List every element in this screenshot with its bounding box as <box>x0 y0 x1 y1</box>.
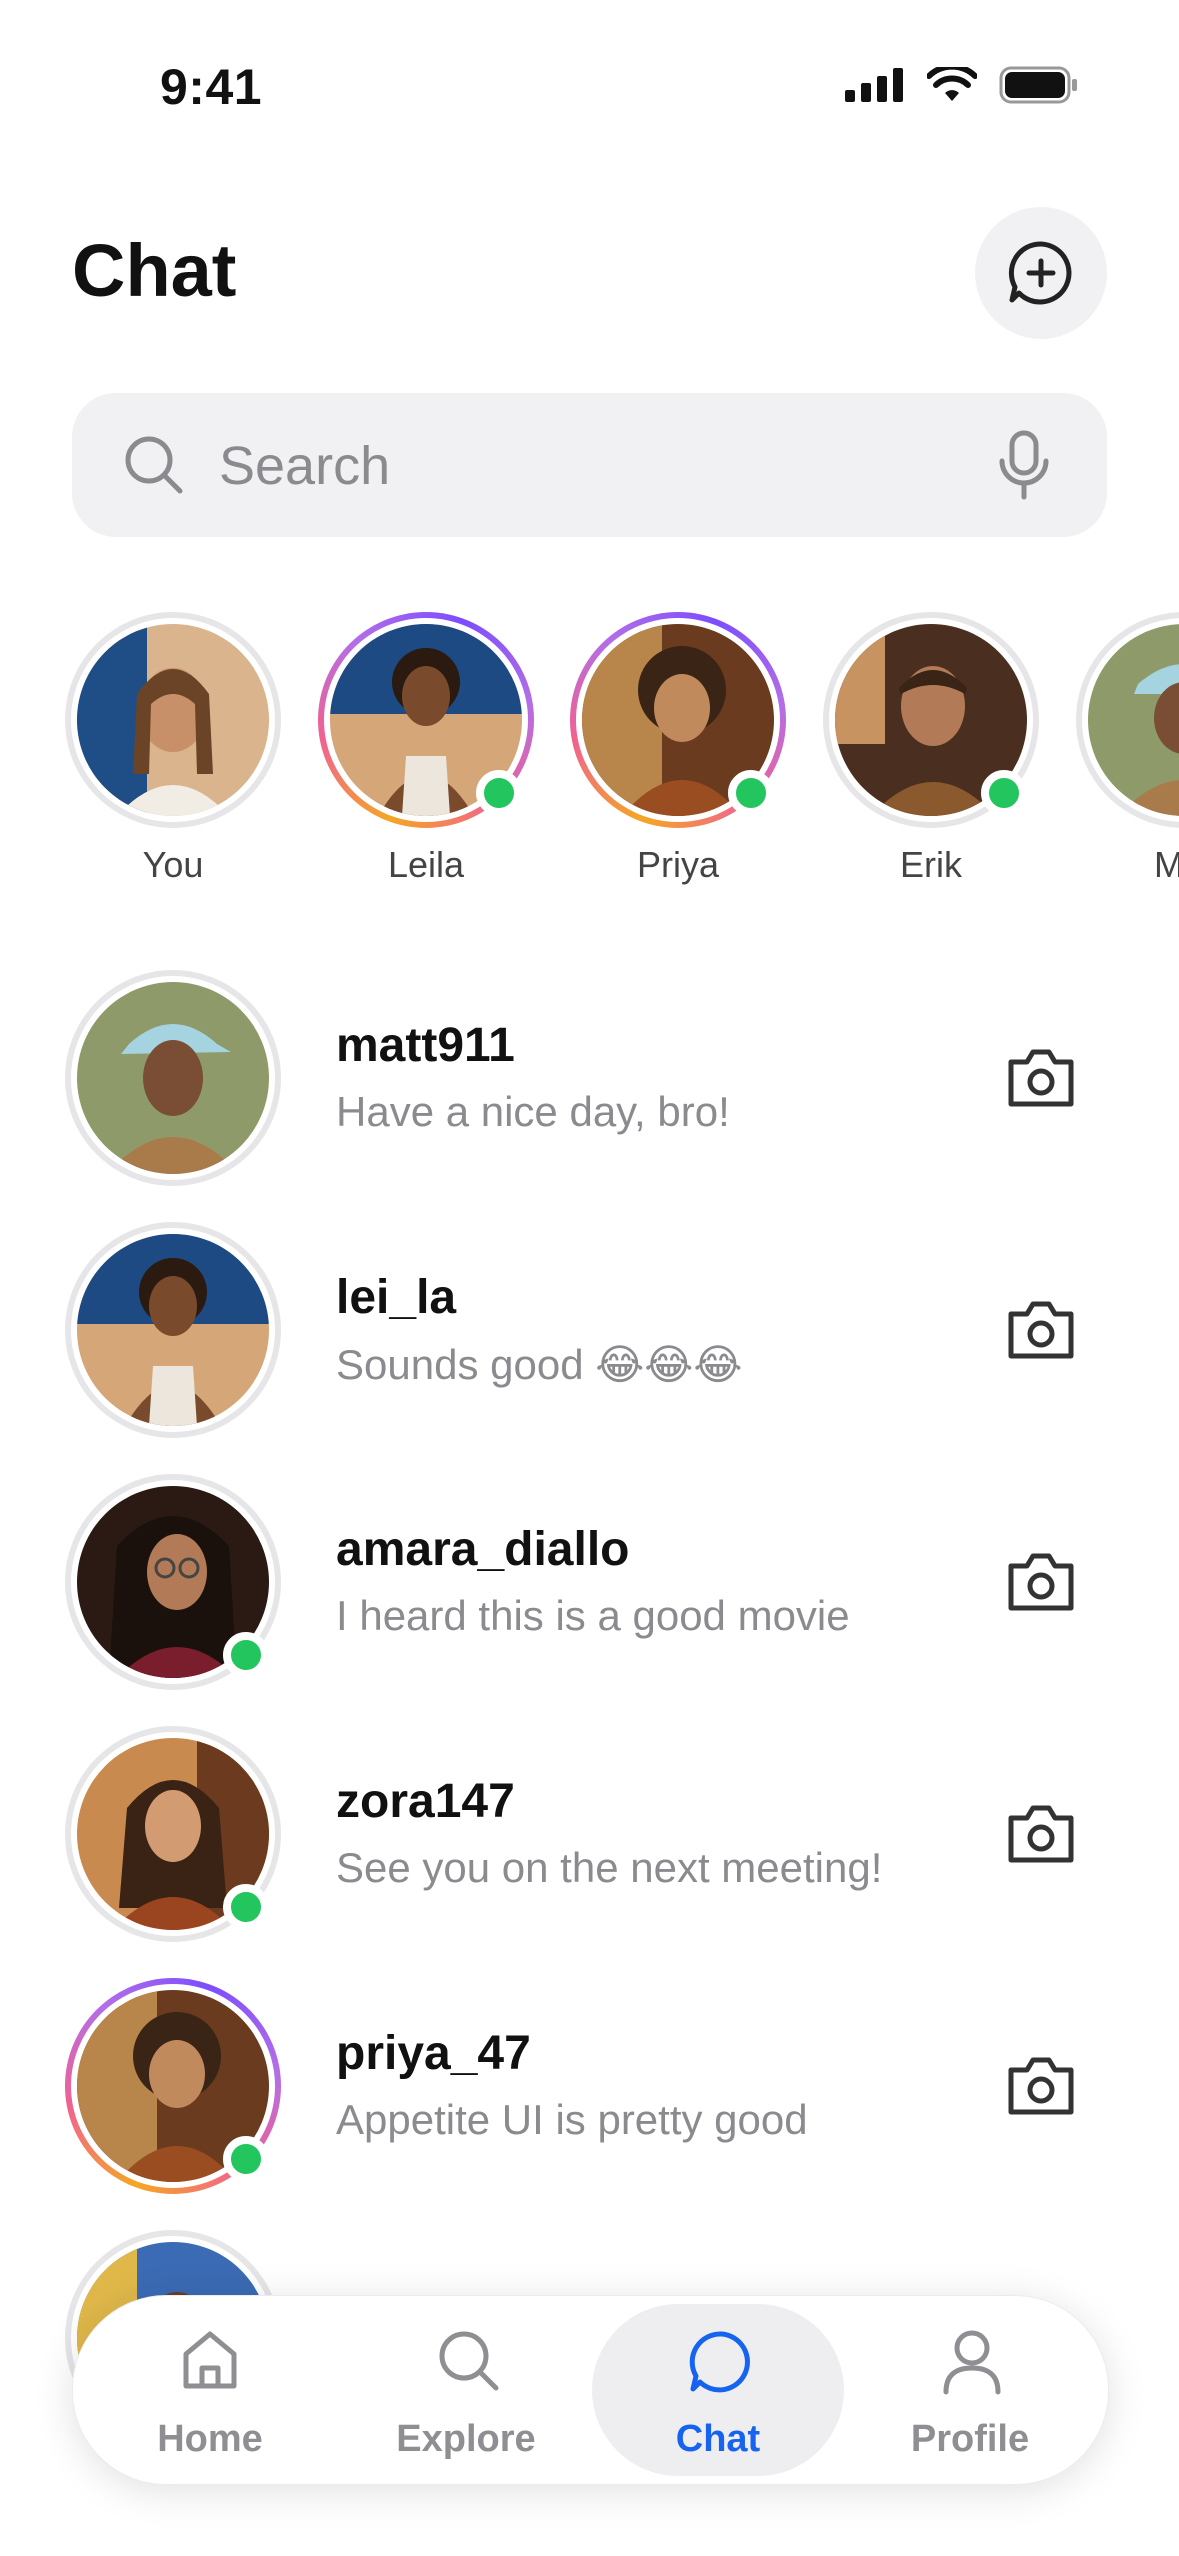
tab-label: Profile <box>910 2418 1030 2460</box>
story-name: Erik <box>900 844 962 885</box>
tab-label: Chat <box>675 2418 761 2460</box>
chat-username: lei_la <box>336 1271 457 1324</box>
home-icon <box>183 2331 237 2389</box>
wifi-icon <box>927 67 977 101</box>
chat-last-message: Sounds good 😂😂😂 <box>336 1341 743 1388</box>
avatar <box>77 982 269 1174</box>
story-name: Priya <box>636 844 720 885</box>
story-name: Leila <box>387 844 465 885</box>
chat-last-message: Appetite UI is pretty good <box>336 2096 808 2143</box>
story-name: Mat <box>1153 844 1179 885</box>
search-bar[interactable] <box>72 393 1107 537</box>
chat-row-amara-diallo[interactable]: amara_diallo I heard this is a good movi… <box>0 1474 1179 1704</box>
story-item-you[interactable]: You <box>65 612 281 902</box>
cellular-signal-icon <box>845 68 903 102</box>
chat-plus-icon <box>1008 241 1072 305</box>
tab-home[interactable]: Home <box>84 2304 336 2476</box>
profile-icon <box>943 2330 1001 2395</box>
new-chat-button[interactable] <box>975 207 1107 339</box>
status-icons <box>845 66 1079 104</box>
search-input[interactable] <box>217 429 1001 503</box>
story-item-erik[interactable]: Erik <box>823 612 1039 902</box>
online-status-dot <box>223 1884 269 1930</box>
chat-username: amara_diallo <box>336 1523 630 1576</box>
chat-username: matt911 <box>336 1019 515 1072</box>
chat-last-message: Have a nice day, bro! <box>336 1088 730 1135</box>
avatar-ring <box>65 1726 281 1942</box>
avatar <box>77 1234 269 1426</box>
online-status-dot <box>981 770 1027 816</box>
avatar <box>77 624 269 816</box>
online-status-dot <box>223 2136 269 2182</box>
online-status-dot <box>223 1632 269 1678</box>
chat-row-zora147[interactable]: zora147 See you on the next meeting! <box>0 1726 1179 1956</box>
avatar-ring <box>65 1474 281 1690</box>
battery-icon <box>999 66 1077 104</box>
chat-last-message: See you on the next meeting! <box>336 1844 883 1891</box>
tab-label: Explore <box>396 2418 536 2460</box>
stories-row: You Leila Priya Erik M <box>0 612 1179 902</box>
avatar-ring <box>65 1978 281 2194</box>
chat-username: priya_47 <box>336 2027 531 2080</box>
chat-row-priya-47[interactable]: priya_47 Appetite UI is pretty good <box>0 1978 1179 2208</box>
status-time: 9:41 <box>160 59 263 115</box>
camera-icon[interactable] <box>1005 1298 1077 1362</box>
story-name: You <box>142 844 204 885</box>
tab-explore[interactable]: Explore <box>340 2304 592 2476</box>
tab-chat[interactable]: Chat <box>592 2304 844 2476</box>
avatar-ring <box>65 1222 281 1438</box>
chat-icon <box>689 2331 750 2393</box>
microphone-icon[interactable] <box>994 429 1054 501</box>
camera-icon[interactable] <box>1005 2054 1077 2118</box>
story-item-mat[interactable]: Mat <box>1076 612 1179 902</box>
page-title: Chat <box>72 229 237 312</box>
tab-profile[interactable]: Profile <box>844 2304 1096 2476</box>
camera-icon[interactable] <box>1005 1550 1077 1614</box>
chat-username: zora147 <box>336 1775 515 1828</box>
search-icon <box>439 2331 499 2391</box>
chat-last-message: I heard this is a good movie <box>336 1592 850 1639</box>
story-item-priya[interactable]: Priya <box>570 612 786 902</box>
story-item-leila[interactable]: Leila <box>318 612 534 902</box>
search-icon <box>125 436 183 494</box>
tab-label: Home <box>157 2418 263 2460</box>
camera-icon[interactable] <box>1005 1802 1077 1866</box>
online-status-dot <box>728 770 774 816</box>
online-status-dot <box>476 770 522 816</box>
chat-row-matt911[interactable]: matt911 Have a nice day, bro! <box>0 970 1179 1200</box>
avatar-ring <box>65 970 281 1186</box>
camera-icon[interactable] <box>1005 1046 1077 1110</box>
chat-row-lei-la[interactable]: lei_la Sounds good 😂😂😂 <box>0 1222 1179 1452</box>
bottom-tab-bar: Home Explore Chat Profile <box>72 2295 1109 2485</box>
